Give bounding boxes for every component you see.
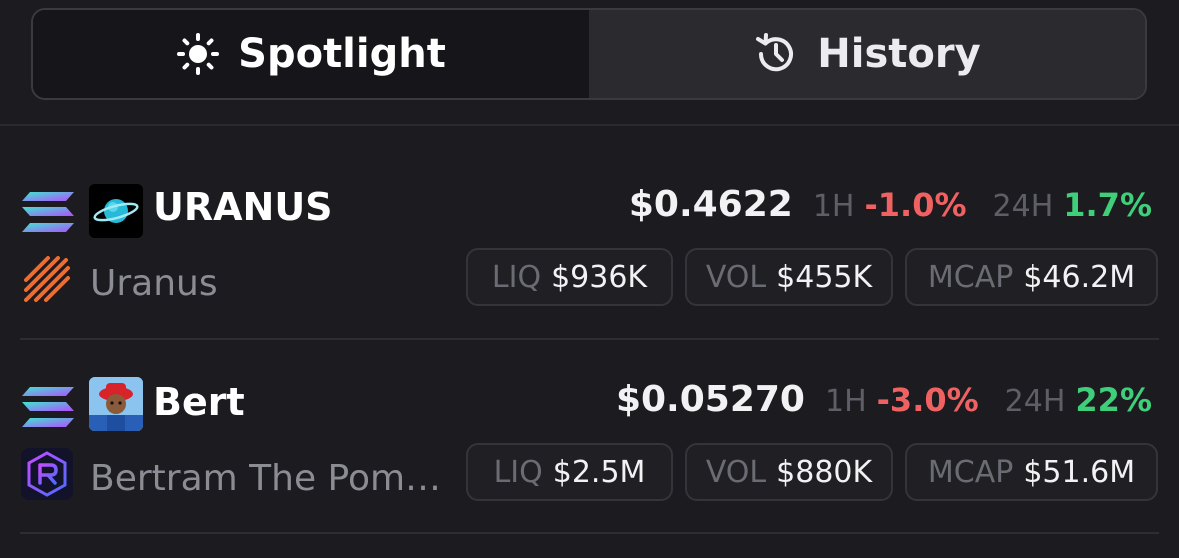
mcap-badge: MCAP $51.6M xyxy=(905,443,1158,501)
h1-label: 1H xyxy=(812,189,855,224)
raydium-icon xyxy=(20,447,74,501)
vol-label: VOL xyxy=(705,454,767,490)
token-row-uranus[interactable]: URANUS Uranus $0.4622 1H -1.0% 24H 1.7% … xyxy=(0,170,1179,340)
tab-spotlight[interactable]: Spotlight xyxy=(33,10,589,98)
h1-label: 1H xyxy=(824,384,867,419)
liq-badge: LIQ $2.5M xyxy=(466,443,673,501)
liq-value: $936K xyxy=(551,259,648,295)
h24-change: 22% xyxy=(1075,381,1152,419)
liq-value: $2.5M xyxy=(552,454,646,490)
mcap-value: $51.6M xyxy=(1023,454,1136,490)
mcap-value: $46.2M xyxy=(1023,259,1136,295)
history-icon xyxy=(753,31,799,77)
vol-value: $880K xyxy=(776,454,873,490)
mcap-label: MCAP xyxy=(927,259,1014,295)
tab-spotlight-label: Spotlight xyxy=(238,31,446,77)
h24-label: 24H xyxy=(992,189,1054,224)
liq-label: LIQ xyxy=(491,259,542,295)
vol-badge: VOL $880K xyxy=(685,443,893,501)
price-line: $0.4622 1H -1.0% 24H 1.7% xyxy=(629,180,1152,232)
h1-change: -1.0% xyxy=(864,186,967,224)
token-price: $0.4622 xyxy=(628,184,793,225)
tab-bar: Spotlight History xyxy=(31,8,1147,100)
price-line: $0.05270 1H -3.0% 24H 22% xyxy=(616,375,1152,427)
liq-label: LIQ xyxy=(493,454,543,490)
vol-label: VOL xyxy=(705,259,767,295)
vol-badge: VOL $455K xyxy=(685,248,893,306)
token-name: Uranus xyxy=(90,263,218,304)
vol-value: $455K xyxy=(776,259,873,295)
row-divider xyxy=(20,338,1159,340)
solana-icon xyxy=(20,385,76,429)
mcap-badge: MCAP $46.2M xyxy=(905,248,1158,306)
token-price: $0.05270 xyxy=(615,379,805,420)
token-symbol: Bert xyxy=(153,380,245,424)
stats-group: LIQ $2.5M VOL $880K MCAP $51.6M xyxy=(466,443,1158,501)
header-divider xyxy=(0,124,1179,126)
token-row-bert[interactable]: Bert Bertram The Pom… $0.05270 1H -3.0% … xyxy=(0,365,1179,535)
uranus-token-logo xyxy=(89,184,143,238)
solana-icon xyxy=(20,190,76,234)
mcap-label: MCAP xyxy=(927,454,1014,490)
token-symbol: URANUS xyxy=(153,185,333,229)
tab-history[interactable]: History xyxy=(589,10,1145,98)
row-divider xyxy=(20,532,1159,534)
liq-badge: LIQ $936K xyxy=(466,248,673,306)
stats-group: LIQ $936K VOL $455K MCAP $46.2M xyxy=(466,248,1158,306)
bert-token-logo xyxy=(89,377,143,431)
token-name: Bertram The Pom… xyxy=(90,458,442,499)
tab-history-label: History xyxy=(817,31,981,77)
h24-change: 1.7% xyxy=(1063,186,1152,224)
h24-label: 24H xyxy=(1004,384,1066,419)
sun-icon xyxy=(176,32,220,76)
h1-change: -3.0% xyxy=(876,381,979,419)
raydium-stripes-icon xyxy=(20,252,74,306)
